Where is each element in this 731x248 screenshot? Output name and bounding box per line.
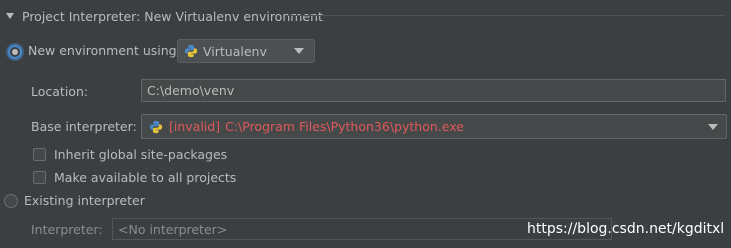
base-interpreter-label: Base interpreter: xyxy=(31,119,137,134)
new-environment-radio[interactable] xyxy=(8,45,22,59)
collapse-chevron-icon[interactable] xyxy=(6,13,14,19)
inherit-global-checkbox[interactable] xyxy=(33,148,46,161)
inherit-global-label: Inherit global site-packages xyxy=(54,147,228,162)
python-icon xyxy=(184,44,198,58)
base-interpreter-select[interactable]: [invalid] C:\Program Files\Python36\pyth… xyxy=(141,114,727,139)
chevron-down-icon xyxy=(294,48,304,54)
interpreter-value: <No interpreter> xyxy=(118,221,228,237)
location-field[interactable]: C:\demo\venv xyxy=(141,79,726,102)
watermark: https://blog.csdn.net/kgditxl xyxy=(527,221,725,237)
section-header[interactable]: Project Interpreter: New Virtualenv envi… xyxy=(0,6,323,26)
interpreter-label: Interpreter: xyxy=(31,222,103,237)
existing-interpreter-radio[interactable] xyxy=(4,194,18,208)
python-icon xyxy=(149,120,163,134)
location-value: C:\demo\venv xyxy=(147,83,235,98)
section-title: Project Interpreter: New Virtualenv envi… xyxy=(22,8,323,24)
make-available-checkbox[interactable] xyxy=(33,171,46,184)
location-label: Location: xyxy=(31,84,89,99)
make-available-label: Make available to all projects xyxy=(54,170,237,185)
existing-interpreter-label: Existing interpreter xyxy=(24,193,145,208)
environment-tool-select[interactable]: Virtualenv xyxy=(177,39,315,63)
environment-tool-value: Virtualenv xyxy=(203,43,267,59)
base-interpreter-value: C:\Program Files\Python36\python.exe xyxy=(225,119,464,134)
invalid-tag: [invalid] xyxy=(169,119,221,134)
section-divider xyxy=(285,15,725,16)
chevron-down-icon xyxy=(708,123,718,130)
new-environment-label: New environment using xyxy=(28,43,177,58)
